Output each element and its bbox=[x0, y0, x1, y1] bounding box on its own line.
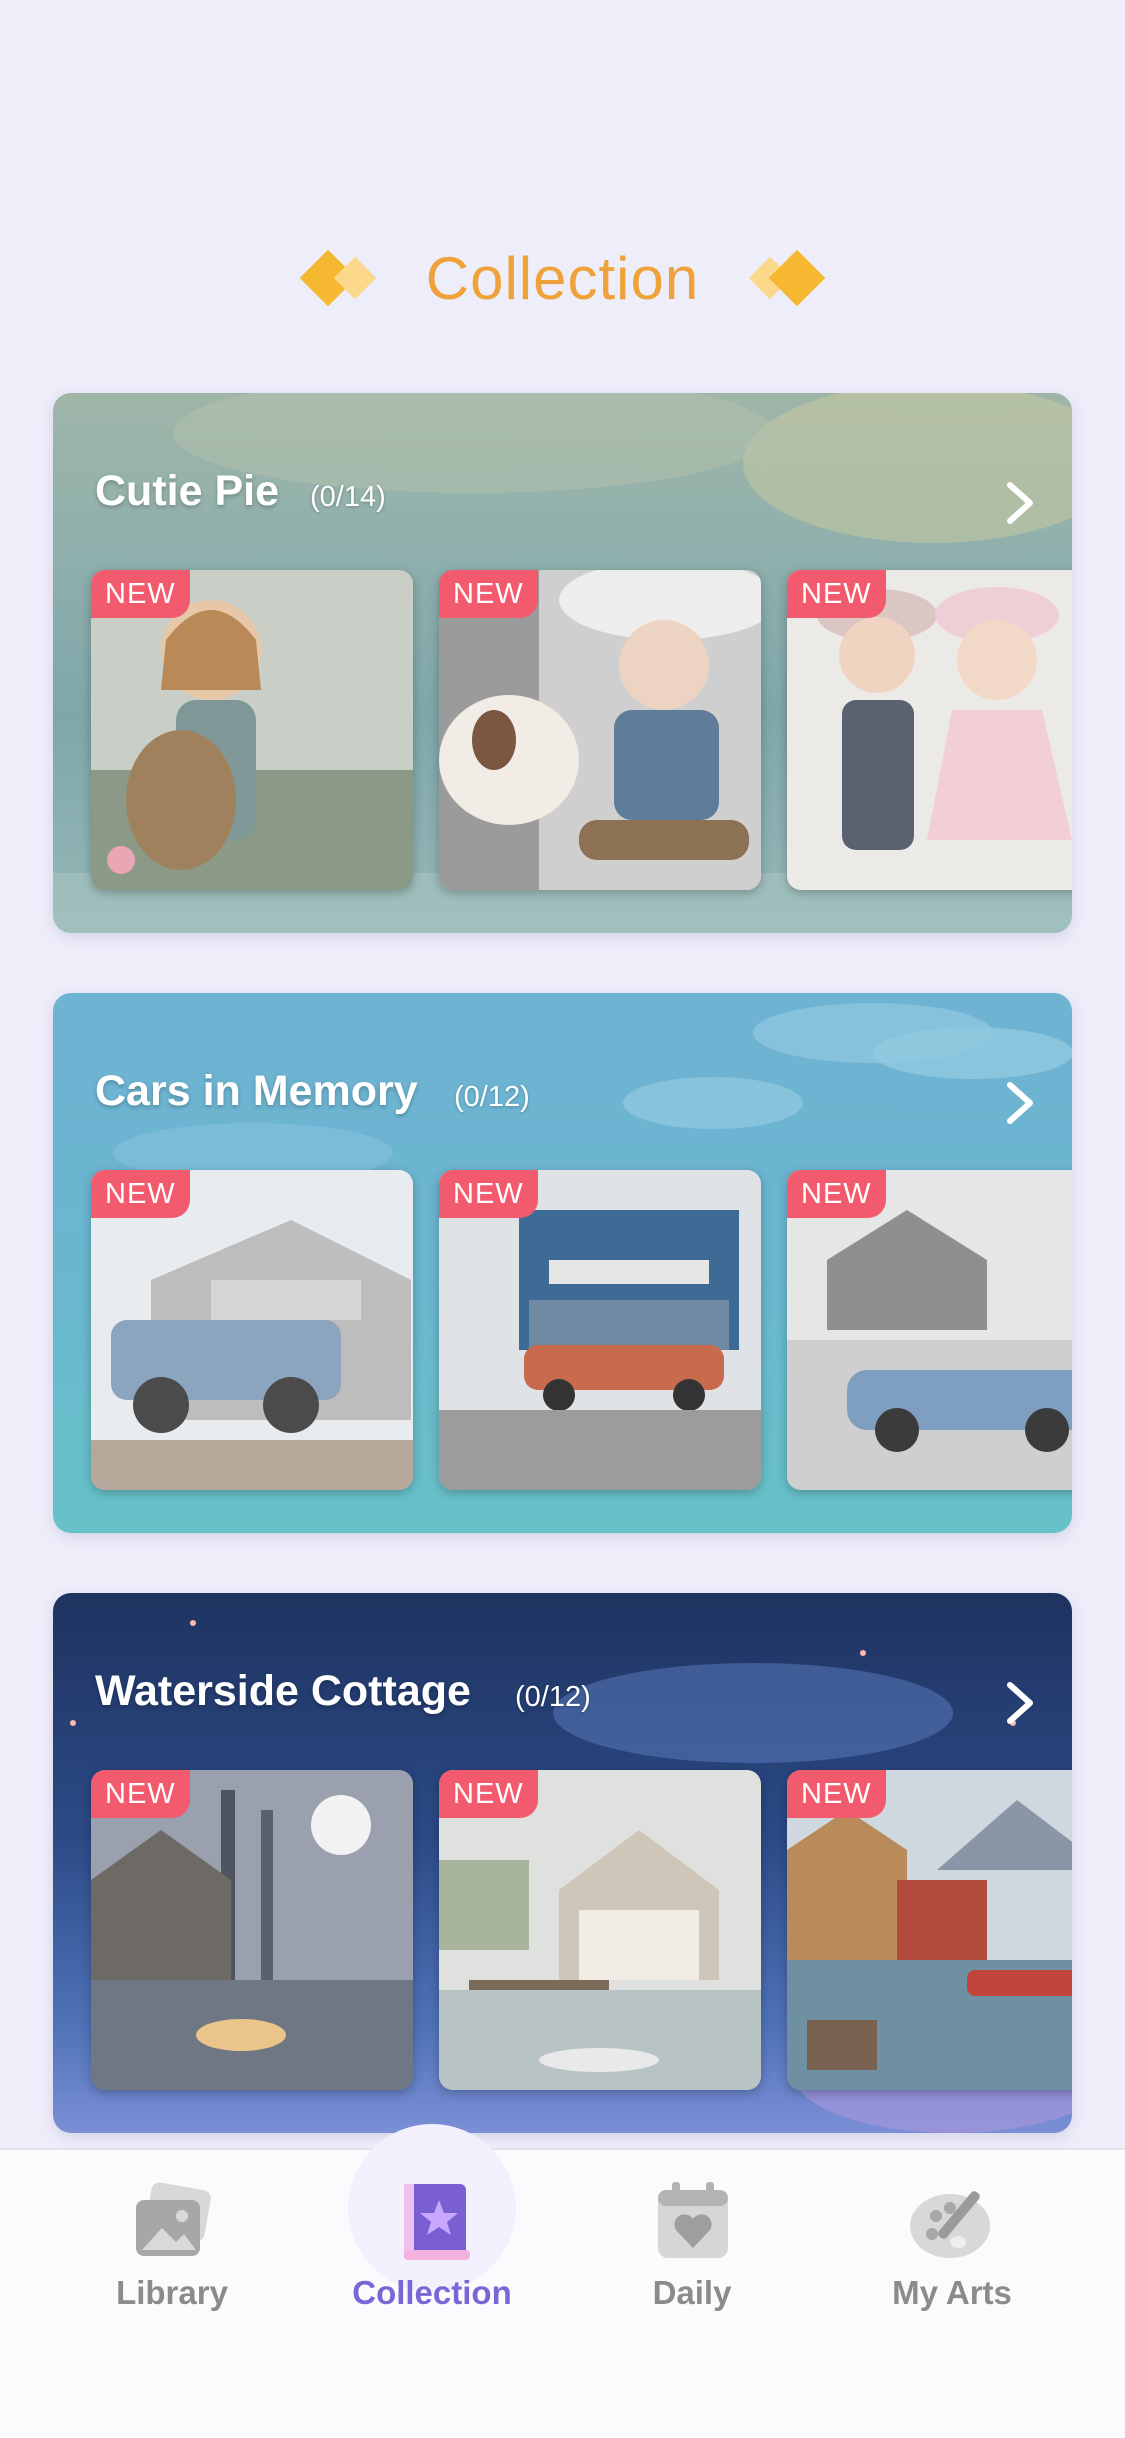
collection-title: Cutie Pie bbox=[95, 467, 279, 515]
bottom-tab-bar: Library Collection Daily My Arts bbox=[0, 2124, 1125, 2438]
chevron-right-icon[interactable] bbox=[1000, 1679, 1040, 1727]
chevron-right-icon[interactable] bbox=[1000, 1079, 1040, 1127]
left-diamond-ornament-icon bbox=[298, 243, 390, 313]
artwork-thumbnail[interactable]: NEW bbox=[91, 1170, 413, 1490]
collection-progress: (0/14) bbox=[310, 481, 386, 513]
tab-label: My Arts bbox=[892, 2274, 1012, 2311]
new-badge: NEW bbox=[787, 1770, 886, 1818]
tab-my-arts[interactable]: My Arts bbox=[822, 2150, 1082, 2350]
tab-library[interactable]: Library bbox=[42, 2150, 302, 2350]
new-badge: NEW bbox=[91, 1170, 190, 1218]
village-river-artwork bbox=[439, 1770, 761, 2090]
collection-card-waterside-cottage[interactable]: Waterside Cottage (0/12) NEW NEW NEW bbox=[53, 1593, 1072, 2133]
chevron-right-icon[interactable] bbox=[1000, 479, 1040, 527]
collection-progress: (0/12) bbox=[454, 1081, 530, 1113]
page-header: Collection bbox=[0, 238, 1125, 318]
new-badge: NEW bbox=[91, 570, 190, 618]
artwork-thumbnail[interactable]: NEW bbox=[439, 1770, 761, 2090]
tab-label: Library bbox=[116, 2274, 228, 2311]
girl-with-calf-artwork bbox=[439, 570, 761, 890]
artwork-thumbnail[interactable]: NEW bbox=[91, 570, 413, 890]
picture-stack-icon bbox=[136, 2182, 211, 2256]
new-badge: NEW bbox=[439, 1170, 538, 1218]
tab-daily[interactable]: Daily bbox=[562, 2150, 822, 2350]
collection-card-cutie-pie[interactable]: Cutie Pie (0/14) NEW NEW NEW bbox=[53, 393, 1072, 933]
car-at-diner-artwork bbox=[439, 1170, 761, 1490]
new-badge: NEW bbox=[787, 1170, 886, 1218]
collection-title: Cars in Memory bbox=[95, 1067, 418, 1115]
collection-title: Waterside Cottage bbox=[95, 1667, 471, 1715]
artwork-thumbnail[interactable]: NEW bbox=[787, 1170, 1072, 1490]
artwork-thumbnail[interactable]: NEW bbox=[787, 570, 1072, 890]
girl-with-dog-artwork bbox=[91, 570, 413, 890]
tab-label: Daily bbox=[652, 2274, 732, 2311]
artwork-thumbnail[interactable]: NEW bbox=[91, 1770, 413, 2090]
tab-collection[interactable]: Collection bbox=[302, 2150, 562, 2350]
calendar-heart-icon bbox=[658, 2182, 728, 2258]
page-title: Collection bbox=[425, 244, 700, 312]
new-badge: NEW bbox=[439, 1770, 538, 1818]
collection-progress: (0/12) bbox=[515, 1681, 591, 1713]
truck-at-store-artwork bbox=[91, 1170, 413, 1490]
palette-brush-icon bbox=[910, 2191, 990, 2258]
artwork-thumbnail[interactable]: NEW bbox=[439, 570, 761, 890]
artwork-thumbnail[interactable]: NEW bbox=[439, 1170, 761, 1490]
new-badge: NEW bbox=[439, 570, 538, 618]
new-badge: NEW bbox=[91, 1770, 190, 1818]
tab-label: Collection bbox=[352, 2274, 512, 2311]
boy-and-girl-artwork bbox=[787, 570, 1072, 890]
new-badge: NEW bbox=[787, 570, 886, 618]
car-by-barn-artwork bbox=[787, 1170, 1072, 1490]
right-diamond-ornament-icon bbox=[735, 243, 827, 313]
collection-card-cars-in-memory[interactable]: Cars in Memory (0/12) NEW NEW NEW bbox=[53, 993, 1072, 1533]
star-book-icon bbox=[404, 2184, 470, 2260]
artwork-thumbnail[interactable]: NEW bbox=[787, 1770, 1072, 2090]
lakeside-cabins-artwork bbox=[787, 1770, 1072, 2090]
cabin-night-campfire-artwork bbox=[91, 1770, 413, 2090]
